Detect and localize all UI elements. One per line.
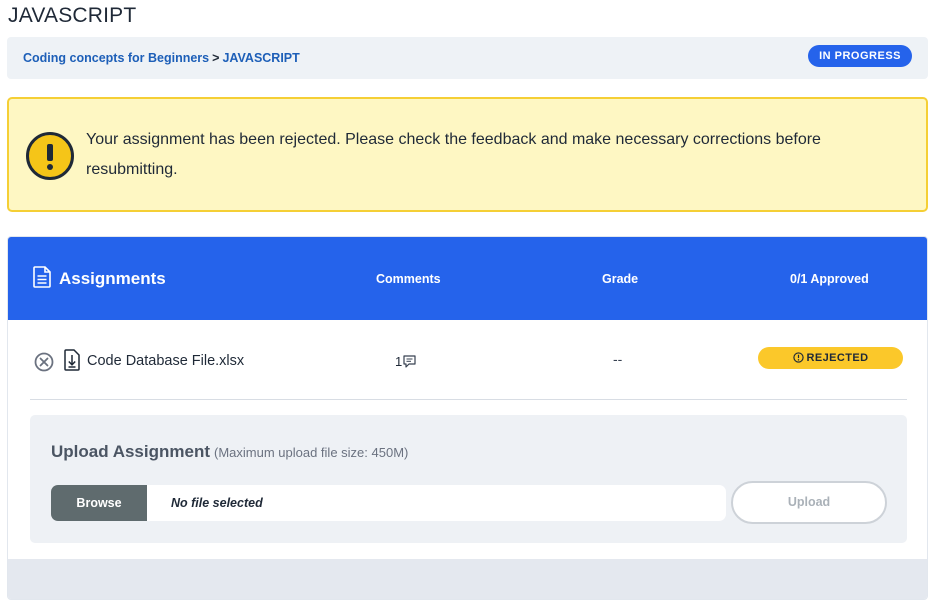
breadcrumb-current[interactable]: JAVASCRIPT [222,51,299,65]
card-footer [8,559,927,599]
rejected-status-badge: REJECTED [758,347,903,369]
alert-message: Your assignment has been rejected. Pleas… [86,131,821,178]
file-status-text: No file selected [171,496,263,510]
file-download-icon[interactable] [64,349,80,376]
assignments-title: Assignments [59,269,166,288]
rejection-alert: Your assignment has been rejected. Pleas… [7,97,928,212]
status-label: REJECTED [806,352,869,364]
exclamation-circle-icon [26,132,74,180]
upload-button[interactable]: Upload [731,481,887,524]
comments-count[interactable]: 1 [395,354,417,369]
table-row: Code Database File.xlsx 1 -- REJECTED [30,320,907,400]
remove-file-icon[interactable] [34,352,54,377]
file-input[interactable]: Browse No file selected [51,485,726,521]
upload-size-note: (Maximum upload file size: 450M) [214,445,409,460]
grade-column-header: Grade [602,272,639,286]
assignments-card: Assignments Comments Grade 0/1 Approved … [7,236,928,600]
breadcrumb-parent-link[interactable]: Coding concepts for Beginners [23,51,209,65]
grade-value: -- [613,351,623,367]
assignments-header: Assignments Comments Grade 0/1 Approved [8,237,927,320]
comment-icon [403,355,416,368]
upload-panel: Upload Assignment (Maximum upload file si… [30,415,907,543]
comments-column-header: Comments [376,272,441,286]
browse-button[interactable]: Browse [51,485,147,521]
document-icon [33,266,51,293]
breadcrumb-bar: Coding concepts for Beginners > JAVASCRIPT… [7,37,928,79]
status-badge: IN PROGRESS [808,45,912,67]
comment-count-value: 1 [395,354,403,369]
breadcrumb-separator: > [212,51,220,65]
breadcrumb: Coding concepts for Beginners > JAVASCRIPT [23,51,300,65]
assignment-file-name[interactable]: Code Database File.xlsx [87,353,244,369]
upload-title: Upload Assignment (Maximum upload file si… [51,442,408,462]
approved-count-header: 0/1 Approved [790,272,869,286]
warning-circle-icon [792,352,804,363]
page-title: JAVASCRIPT [8,4,137,27]
upload-heading: Upload Assignment [51,442,210,461]
